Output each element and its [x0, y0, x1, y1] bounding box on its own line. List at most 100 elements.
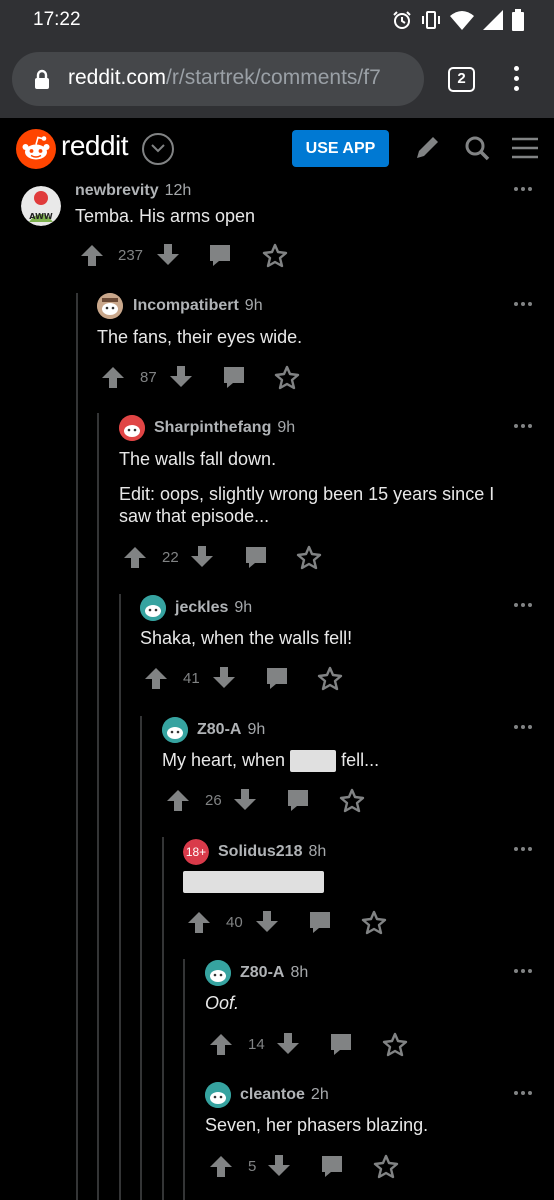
upvote-icon[interactable] [166, 788, 190, 812]
award-icon[interactable] [296, 545, 322, 571]
comment-age: 9h [234, 599, 253, 616]
reddit-wordmark[interactable]: reddit [61, 130, 129, 162]
snoo-teal-avatar-icon [205, 1082, 231, 1108]
aww-avatar-icon: AWW [21, 186, 61, 226]
more-options-button[interactable] [514, 725, 532, 731]
upvote-icon[interactable] [101, 365, 125, 389]
more-options-button[interactable] [514, 187, 532, 193]
upvote-icon[interactable] [123, 545, 147, 569]
browser-menu-button[interactable] [510, 66, 522, 94]
comment-author[interactable]: jeckles 9h [175, 599, 252, 617]
downvote-icon[interactable] [276, 1032, 300, 1056]
wifi-icon [450, 11, 474, 30]
score: 87 [140, 369, 157, 386]
downvote-icon[interactable] [212, 666, 236, 690]
hamburger-menu-icon[interactable] [511, 134, 539, 162]
more-options-button[interactable] [514, 969, 532, 975]
search-icon[interactable] [463, 134, 491, 162]
downvote-icon[interactable] [190, 545, 214, 569]
upvote-icon[interactable] [209, 1032, 233, 1056]
reply-icon[interactable] [222, 365, 246, 389]
status-time: 17:22 [33, 9, 81, 30]
comment-age: 8h [290, 964, 309, 981]
url-text[interactable]: reddit.com/r/startrek/comments/f7 [68, 66, 381, 90]
award-icon[interactable] [317, 666, 343, 692]
reply-icon[interactable] [244, 545, 268, 569]
chevron-down-icon [151, 144, 165, 153]
more-options-button[interactable] [514, 424, 532, 430]
use-app-button[interactable]: USE APP [292, 130, 389, 167]
community-dropdown-button[interactable] [142, 133, 174, 165]
snoo-teal-avatar[interactable] [162, 717, 188, 743]
reply-icon[interactable] [208, 243, 232, 267]
nsfw-avatar[interactable]: 18+ [183, 839, 209, 865]
reply-icon[interactable] [265, 666, 289, 690]
comment-author[interactable]: Solidus218 8h [218, 843, 326, 861]
tab-switcher-button[interactable]: 2 [448, 67, 475, 92]
snoo-red-avatar[interactable] [119, 415, 145, 441]
downvote-icon[interactable] [156, 243, 180, 267]
comment-body: Shaka, when the walls fell! [140, 628, 353, 648]
comment-author[interactable]: cleantoe 2h [240, 1086, 329, 1104]
snoo-teal-avatar-icon [162, 717, 188, 743]
downvote-icon[interactable] [267, 1154, 291, 1178]
upvote-icon[interactable] [187, 910, 211, 934]
url-bar[interactable]: reddit.com/r/startrek/comments/f7 [12, 52, 424, 106]
award-icon[interactable] [382, 1032, 408, 1058]
comment: jeckles 9h Shaka, when the walls fell! 41 [0, 594, 554, 704]
comment-author[interactable]: Z80-A 8h [240, 964, 308, 982]
comment-body [183, 871, 324, 893]
snoo-avatar[interactable] [97, 293, 123, 319]
nsfw-avatar-label: 18+ [183, 839, 209, 865]
more-options-button[interactable] [514, 847, 532, 853]
award-icon[interactable] [373, 1154, 399, 1180]
upvote-icon[interactable] [144, 666, 168, 690]
snoo-teal-avatar[interactable] [205, 1082, 231, 1108]
downvote-icon[interactable] [255, 910, 279, 934]
score: 26 [205, 792, 222, 809]
snoo-teal-avatar-icon [205, 960, 231, 986]
comment-author[interactable]: Z80-A 9h [197, 721, 265, 739]
url-path: /r/startrek/comments/f7 [166, 66, 381, 89]
award-icon[interactable] [274, 365, 300, 391]
comment-author[interactable]: newbrevity 12h [75, 182, 191, 200]
more-options-button[interactable] [514, 1091, 532, 1097]
more-options-button[interactable] [514, 302, 532, 308]
comment: Z80-A 8h Oof. 14 [0, 959, 554, 1069]
browser-chrome: 17:22 reddit.com/r/startrek/comments/f7 … [0, 0, 554, 118]
score: 237 [118, 247, 144, 264]
upvote-icon[interactable] [209, 1154, 233, 1178]
reply-icon[interactable] [329, 1032, 353, 1056]
score: 5 [248, 1158, 257, 1175]
award-icon[interactable] [361, 910, 387, 936]
comment: Sharpinthefang 9h The walls fall down. Ed… [0, 415, 554, 585]
comment-age: 8h [308, 843, 327, 860]
score: 40 [226, 914, 243, 931]
comment-author[interactable]: Incompatibert 9h [133, 297, 263, 315]
comment-age: 9h [277, 419, 296, 436]
downvote-icon[interactable] [169, 365, 193, 389]
downvote-icon[interactable] [233, 788, 257, 812]
reddit-logo-icon[interactable] [16, 129, 56, 169]
reply-icon[interactable] [286, 788, 310, 812]
lock-icon [35, 69, 49, 89]
comment-author[interactable]: Sharpinthefang 9h [154, 419, 295, 437]
url-domain: reddit.com [68, 66, 167, 89]
alarm-icon [393, 11, 411, 29]
redacted-text [183, 871, 324, 893]
snoo-teal-avatar[interactable] [140, 595, 166, 621]
comment-body: The fans, their eyes wide. [97, 327, 303, 347]
upvote-icon[interactable] [80, 243, 104, 267]
reply-icon[interactable] [320, 1154, 344, 1178]
reply-icon[interactable] [308, 910, 332, 934]
aww-avatar[interactable]: AWW [21, 186, 61, 226]
snoo-teal-avatar[interactable] [205, 960, 231, 986]
comment: AWW newbrevity 12h Temba. His arms open 2… [0, 180, 554, 280]
comment-age: 2h [310, 1086, 329, 1103]
award-icon[interactable] [339, 788, 365, 814]
snoo-avatar-icon [97, 293, 123, 319]
signal-icon [483, 10, 503, 30]
pencil-icon[interactable] [413, 134, 441, 162]
award-icon[interactable] [262, 243, 288, 269]
more-options-button[interactable] [514, 603, 532, 609]
